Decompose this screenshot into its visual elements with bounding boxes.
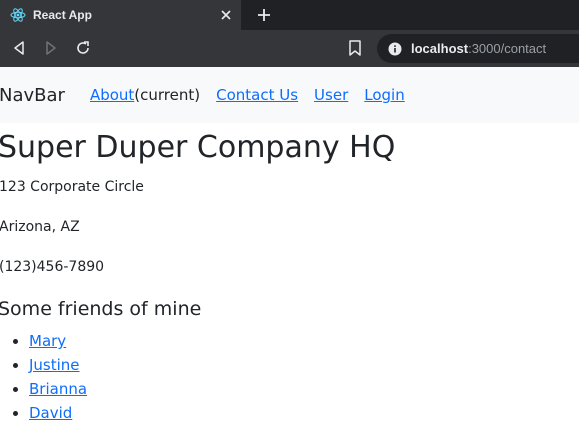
current-indicator: (current) xyxy=(134,86,201,104)
nav-link-about[interactable]: About xyxy=(90,86,134,104)
navbar-brand[interactable]: NavBar xyxy=(0,85,65,106)
bookmark-icon[interactable] xyxy=(347,39,363,57)
phone-number: (123)456-7890 xyxy=(0,259,105,275)
address-line-2: Arizona, AZ xyxy=(0,219,80,235)
address-bar[interactable]: localhost:3000/contact xyxy=(377,34,579,63)
react-logo-icon xyxy=(10,8,26,22)
address-line-1: 123 Corporate Circle xyxy=(0,179,144,195)
browser-toolbar: localhost:3000/contact xyxy=(0,30,579,67)
list-item: Justine xyxy=(29,353,579,377)
site-navbar: NavBar About (current) Contact Us User L… xyxy=(0,67,579,123)
page-title: Super Duper Company HQ xyxy=(0,130,396,165)
url-text: localhost:3000/contact xyxy=(411,41,546,56)
back-icon[interactable] xyxy=(11,40,27,56)
nav-link-user[interactable]: User xyxy=(314,86,348,104)
page-content: Super Duper Company HQ 123 Corporate Cir… xyxy=(0,130,579,425)
list-item: Brianna xyxy=(29,377,579,401)
nav-links: About (current) Contact Us User Login xyxy=(90,86,421,104)
tab-title: React App xyxy=(33,8,92,22)
new-tab-icon[interactable] xyxy=(256,7,272,23)
friend-link-justine[interactable]: Justine xyxy=(29,356,80,374)
friends-heading: Some friends of mine xyxy=(0,298,202,320)
url-host: localhost xyxy=(411,41,469,56)
browser-tab-strip: React App xyxy=(0,0,579,30)
friend-link-brianna[interactable]: Brianna xyxy=(29,380,87,398)
site-info-icon[interactable] xyxy=(388,42,402,56)
friends-list: Mary Justine Brianna David xyxy=(0,329,579,425)
browser-tab[interactable]: React App xyxy=(0,0,241,30)
friend-link-mary[interactable]: Mary xyxy=(29,332,66,350)
nav-link-contact[interactable]: Contact Us xyxy=(216,86,298,104)
nav-link-login[interactable]: Login xyxy=(364,86,404,104)
url-path: :3000/contact xyxy=(468,41,547,56)
reload-icon[interactable] xyxy=(75,40,91,56)
friend-link-david[interactable]: David xyxy=(29,404,72,422)
forward-icon[interactable] xyxy=(43,40,59,56)
list-item: Mary xyxy=(29,329,579,353)
close-tab-icon[interactable] xyxy=(218,7,234,23)
list-item: David xyxy=(29,401,579,425)
